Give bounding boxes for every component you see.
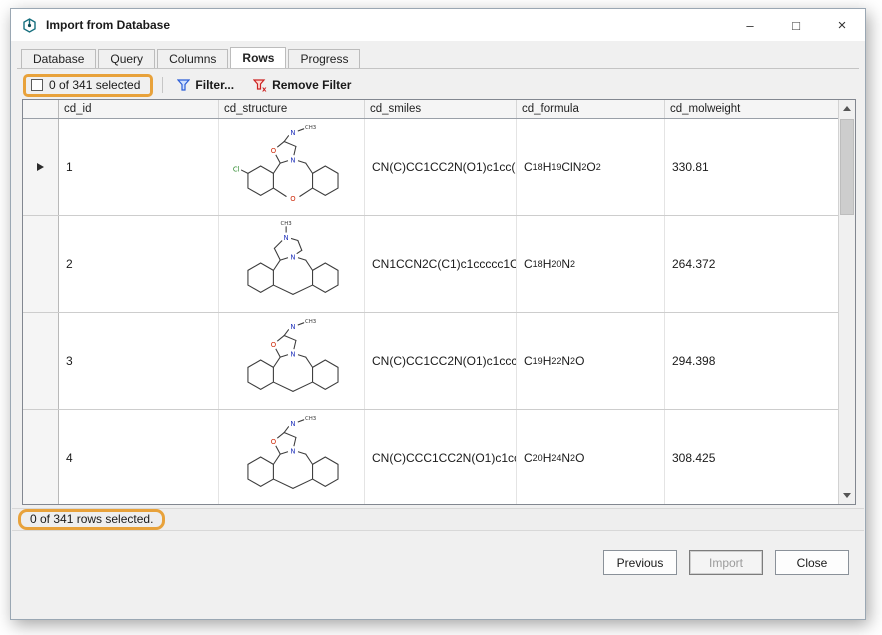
previous-button[interactable]: Previous [603,550,677,575]
minimize-button[interactable]: – [727,9,773,41]
svg-text:Cl: Cl [232,165,239,173]
grid-body: 1 O N N CH3 Cl O CN(C)CC1CC2N(O1)c1cc(C...C18H1… [23,119,838,504]
svg-text:O: O [270,341,275,349]
footer-buttons: Previous Import Close [603,550,849,575]
cell-cd-id[interactable]: 2 [59,216,219,312]
cell-cd-id[interactable]: 3 [59,313,219,409]
scrollbar-thumb[interactable] [840,119,854,215]
tab-columns[interactable]: Columns [157,49,228,68]
cell-cd-structure[interactable]: O N N CH3 Cl O [219,119,365,215]
cell-cd-smiles[interactable]: CN(C)CC1CC2N(O1)c1cc(C... [365,119,517,215]
current-row-indicator[interactable] [23,119,59,215]
tab-content-divider [17,68,859,69]
window-controls: – □ × [727,9,865,41]
toolbar-separator [162,77,163,93]
table-row[interactable]: 3 O N N CH3 CN(C)CC1CC2N(O1)c1cccc...C19H22N2… [23,313,838,410]
status-text: 0 of 341 rows selected. [30,512,153,526]
svg-text:N: N [283,234,288,242]
tab-progress[interactable]: Progress [288,49,360,68]
column-header-cd-molweight[interactable]: cd_molweight [665,100,838,118]
vertical-scrollbar[interactable] [838,100,855,504]
svg-text:CH3: CH3 [304,416,315,422]
svg-text:O: O [270,438,275,446]
close-button[interactable]: Close [775,550,849,575]
cell-cd-structure[interactable]: N N CH3 [219,216,365,312]
column-header-cd-structure[interactable]: cd_structure [219,100,365,118]
column-header-cd-smiles[interactable]: cd_smiles [365,100,517,118]
svg-text:O: O [270,147,275,155]
tab-database[interactable]: Database [21,49,96,68]
remove-filter-funnel-icon: x [253,79,267,92]
svg-text:N: N [290,323,295,331]
cell-cd-structure[interactable]: O N N CH3 [219,313,365,409]
filter-button-label: Filter... [195,78,234,92]
cell-cd-id[interactable]: 1 [59,119,219,215]
svg-text:N: N [290,420,295,428]
cell-cd-molweight[interactable]: 330.81 [665,119,838,215]
rows-toolbar: 0 of 341 selected Filter... x Remove Fil… [23,72,356,98]
cell-cd-formula[interactable]: C19H22N2O [517,313,665,409]
scroll-up-icon[interactable] [839,100,855,117]
svg-text:CH3: CH3 [304,125,315,131]
cell-cd-formula[interactable]: C18H20N2 [517,216,665,312]
cell-cd-smiles[interactable]: CN(C)CC1CC2N(O1)c1cccc... [365,313,517,409]
molecule-structure-image: O N N CH3 Cl O [223,120,361,214]
cell-cd-molweight[interactable]: 294.398 [665,313,838,409]
svg-text:N: N [290,157,295,165]
row-arrow-icon [37,163,44,171]
molecule-structure-image: N N CH3 [223,217,361,311]
import-from-database-dialog: Import from Database – □ × Database Quer… [10,8,866,620]
remove-filter-button[interactable]: x Remove Filter [248,76,356,94]
tab-rows[interactable]: Rows [230,47,286,68]
gutter-header [23,100,59,118]
scroll-down-icon[interactable] [839,487,855,504]
title-bar: Import from Database – □ × [11,9,865,41]
cell-cd-formula[interactable]: C18H19ClN2O2 [517,119,665,215]
grid-header-row: cd_id cd_structure cd_smiles cd_formula … [23,100,838,119]
molecule-structure-image: O N N CH3 [223,314,361,408]
cell-cd-id[interactable]: 4 [59,410,219,504]
cell-cd-smiles[interactable]: CN1CCN2C(C1)c1ccccc1Cc... [365,216,517,312]
svg-text:CH3: CH3 [304,319,315,325]
svg-text:N: N [290,129,295,137]
svg-text:x: x [262,85,267,92]
svg-text:O: O [290,195,295,203]
molecule-structure-image: O N N CH3 [223,411,361,504]
svg-text:N: N [290,254,295,262]
annotation-highlight-status: 0 of 341 rows selected. [18,509,165,530]
column-header-cd-id[interactable]: cd_id [59,100,219,118]
table-row[interactable]: 4 O N N CH3 CN(C)CCC1CC2N(O1)c1cc...C20H24N2O… [23,410,838,504]
window-title: Import from Database [46,18,170,32]
cell-cd-molweight[interactable]: 264.372 [665,216,838,312]
cell-cd-smiles[interactable]: CN(C)CCC1CC2N(O1)c1cc... [365,410,517,504]
import-button[interactable]: Import [689,550,763,575]
filter-funnel-icon [177,79,190,92]
svg-text:CH3: CH3 [280,221,291,227]
cell-cd-formula[interactable]: C20H24N2O [517,410,665,504]
results-grid: cd_id cd_structure cd_smiles cd_formula … [22,99,856,505]
close-window-button[interactable]: × [819,9,865,41]
app-icon [21,17,38,34]
svg-text:N: N [290,448,295,456]
table-row[interactable]: 1 O N N CH3 Cl O CN(C)CC1CC2N(O1)c1cc(C...C18H1… [23,119,838,216]
annotation-highlight-selection: 0 of 341 selected [23,74,153,97]
filter-button[interactable]: Filter... [172,76,239,94]
row-gutter[interactable] [23,216,59,312]
select-all-rows-checkbox[interactable] [31,79,43,91]
row-gutter[interactable] [23,313,59,409]
cell-cd-molweight[interactable]: 308.425 [665,410,838,504]
column-header-cd-formula[interactable]: cd_formula [517,100,665,118]
remove-filter-button-label: Remove Filter [272,78,351,92]
maximize-button[interactable]: □ [773,9,819,41]
table-row[interactable]: 2 N N CH3 CN1CCN2C(C1)c1ccccc1Cc...C18H20N22… [23,216,838,313]
svg-text:N: N [290,351,295,359]
tab-bar: Database Query Columns Rows Progress [21,47,362,68]
cell-cd-structure[interactable]: O N N CH3 [219,410,365,504]
status-bar: 0 of 341 rows selected. [12,508,864,531]
row-gutter[interactable] [23,410,59,504]
tab-query[interactable]: Query [98,49,155,68]
selection-count-label: 0 of 341 selected [49,78,140,92]
